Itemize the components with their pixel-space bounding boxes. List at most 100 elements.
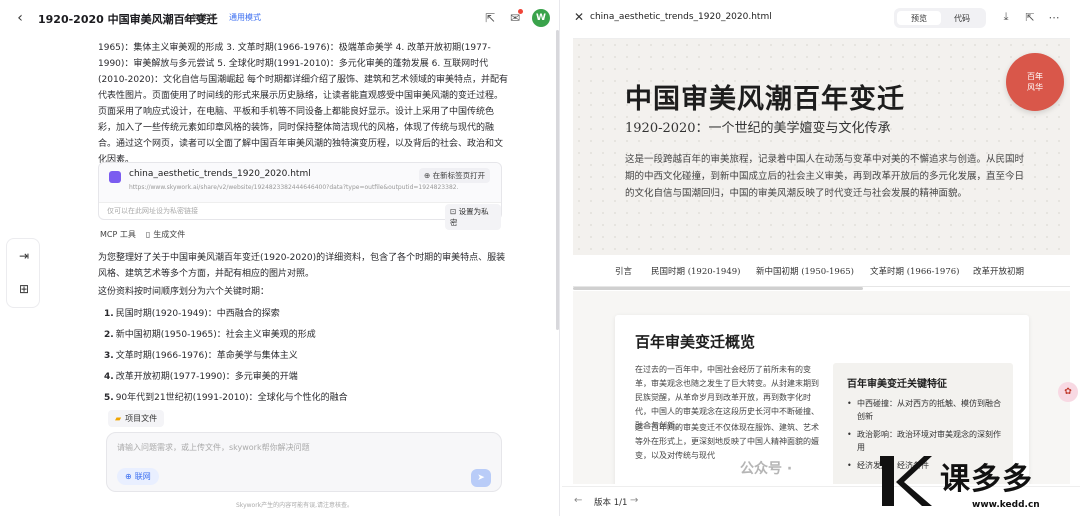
timeline-nav: 引言 民国时期 (1920-1949) 新中国初期 (1950-1965) 文革… [573, 255, 1070, 287]
nav-item-republic[interactable]: 民国时期 (1920-1949) [651, 265, 740, 277]
share-icon[interactable]: ⇱ [482, 10, 498, 26]
mcp-tools-label: MCP 工具 [100, 230, 136, 239]
collapse-panel-icon[interactable]: ⇥ [16, 248, 32, 264]
seal-stamp: 百年 风华 [1006, 53, 1064, 111]
globe-icon: ⊕ [424, 171, 433, 180]
assistant-message-summary: 1965)：集体主义审美观的形成 3. 文革时期(1966-1976)：极端革命… [98, 43, 508, 165]
globe-icon: ⊕ [125, 472, 132, 481]
list-item: 4. 改革开放初期(1977-1990)：多元审美的开端 [104, 369, 504, 390]
tool-row: MCP 工具 ▯ 生成文件 [100, 229, 185, 240]
new-chat-icon[interactable]: ⊞ [16, 281, 32, 297]
overview-card: 百年审美变迁概览 在过去的一百年中，中国社会经历了前所未有的变革，审美观念也随之… [615, 315, 1029, 484]
tab-preview[interactable]: 预览 [897, 11, 941, 25]
chat-input-placeholder[interactable]: 请输入问题需求，或上传文件，skywork帮你解决问题 [117, 442, 310, 453]
file-card-header: china_aesthetic_trends_1920_2020.html ht… [99, 163, 501, 203]
web-search-label: 联网 [134, 472, 151, 481]
assistant-message-intro: 为您整理好了关于中国审美风潮百年变迁(1920-2020)的详细资料，包含了各个… [98, 253, 506, 279]
share-icon[interactable]: ⇱ [1023, 10, 1037, 24]
web-preview: 中国审美风潮百年变迁 1920-2020：一个世纪的美学嬗变与文化传承 这是一段… [573, 38, 1070, 484]
agent-label: 智能体 [192, 13, 217, 22]
project-files-label: 项目文件 [125, 414, 158, 423]
disclaimer: Skywork产生的内容可能有误,请注意核查。 [236, 502, 354, 509]
file-name[interactable]: china_aesthetic_trends_1920_2020.html [129, 169, 311, 179]
list-item: 2. 新中国初期(1950-1965)：社会主义审美观的形成 [104, 327, 504, 348]
chat-scrollbar[interactable] [556, 30, 559, 330]
preview-file-title: china_aesthetic_trends_1920_2020.html [590, 12, 772, 22]
chat-input-box[interactable]: 请输入问题需求，或上传文件，skywork帮你解决问题 ⊕ 联网 ➤ [106, 432, 502, 492]
hero-section: 中国审美风潮百年变迁 1920-2020：一个世纪的美学嬗变与文化传承 这是一段… [573, 39, 1070, 255]
chat-panel: ‹ 1920-2020 中国审美风潮百年变迁 ⌂ 智能体 通用模式 ⇱ ✉ W … [0, 0, 560, 516]
back-arrow-icon[interactable]: ‹ [12, 10, 28, 26]
seal-line: 风华 [1027, 83, 1043, 92]
download-icon[interactable]: ⤓ [999, 10, 1013, 24]
agent-tag[interactable]: ⌂ 智能体 [184, 12, 216, 23]
hero-title: 中国审美风潮百年变迁 [625, 84, 905, 115]
nav-item-new-china[interactable]: 新中国初期 (1950-1965) [756, 265, 854, 277]
list-item: 经济发展：经济条件 [847, 459, 1007, 472]
list-item-number: 5. [104, 393, 114, 403]
project-files-chip[interactable]: ▰ 项目文件 [108, 410, 165, 427]
key-features-list: 中西碰撞：从对西方的抵触、模仿到融合创新 政治影响：政治环境对审美观念的深刻作用… [847, 397, 1007, 477]
nav-item-intro[interactable]: 引言 [615, 265, 632, 277]
open-new-tab-button[interactable]: ⊕ 在新标签页打开 [419, 168, 491, 183]
version-label: 版本 1/1 [594, 498, 628, 508]
list-item-text: 90年代到21世纪初(1991-2010)：全球化与个性化的融合 [115, 393, 348, 403]
mcp-tools-button[interactable]: MCP 工具 [100, 229, 136, 240]
side-toolbar: ⇥ ⊞ [6, 238, 40, 308]
notification-badge [518, 9, 523, 14]
preview-panel: ✕ china_aesthetic_trends_1920_2020.html … [562, 0, 1080, 516]
file-url[interactable]: https://www.skywork.ai/share/v2/website/… [129, 184, 459, 191]
version-bar: ← 版本 1/1 → [562, 486, 1080, 516]
mode-tag[interactable]: 通用模式 [229, 12, 261, 23]
file-icon [109, 171, 121, 183]
nav-item-cultural-revolution[interactable]: 文革时期 (1966-1976) [870, 265, 959, 277]
nav-scrollbar[interactable] [573, 287, 863, 290]
hero-subtitle: 1920-2020：一个世纪的美学嬗变与文化传承 [625, 121, 891, 136]
folder-icon: ▰ [115, 414, 122, 423]
send-button[interactable]: ➤ [471, 469, 491, 487]
close-icon[interactable]: ✕ [572, 10, 586, 24]
period-list: 1. 民国时期(1920-1949)：中西融合的探索 2. 新中国初期(1950-1… [104, 306, 504, 411]
generate-file-label: 生成文件 [153, 230, 186, 239]
web-search-toggle[interactable]: ⊕ 联网 [117, 468, 159, 485]
nav-item-reform[interactable]: 改革开放初期 [973, 265, 1024, 277]
content-area: 百年审美变迁概览 在过去的一百年中，中国社会经历了前所未有的变革，审美观念也随之… [573, 291, 1070, 484]
view-toggle: 预览 代码 [894, 8, 986, 28]
list-item-text: 改革开放初期(1977-1990)：多元审美的开端 [115, 372, 298, 382]
list-item: 1. 民国时期(1920-1949)：中西融合的探索 [104, 306, 504, 327]
assistant-message-lead: 这份资料按时间顺序划分为六个关键时期： [98, 287, 270, 297]
send-icon: ➤ [477, 473, 485, 483]
chat-header: ‹ 1920-2020 中国审美风潮百年变迁 ⌂ 智能体 通用模式 ⇱ ✉ W [0, 0, 560, 36]
list-item-number: 3. [104, 351, 114, 361]
key-features-title: 百年审美变迁关键特征 [847, 379, 947, 390]
key-features-box: 百年审美变迁关键特征 中西碰撞：从对西方的抵触、模仿到融合创新 政治影响：政治环… [833, 363, 1013, 484]
prev-version-icon[interactable]: ← [574, 495, 582, 506]
list-item-number: 2. [104, 330, 114, 340]
list-item-number: 4. [104, 372, 114, 382]
agent-icon: ⌂ [184, 13, 190, 22]
overview-title: 百年审美变迁概览 [635, 333, 756, 351]
avatar[interactable]: W [532, 9, 550, 27]
list-item-text: 民国时期(1920-1949)：中西融合的探索 [115, 309, 280, 319]
file-card[interactable]: china_aesthetic_trends_1920_2020.html ht… [98, 162, 502, 230]
list-item-text: 文革时期(1966-1976)：革命美学与集体主义 [115, 351, 298, 361]
more-icon[interactable]: ⋯ [1047, 10, 1061, 24]
seal-line: 百年 [1027, 72, 1043, 81]
list-item: 3. 文革时期(1966-1976)：革命美学与集体主义 [104, 348, 504, 369]
list-item: 政治影响：政治环境对审美观念的深刻作用 [847, 428, 1007, 454]
lock-icon: ⊡ [450, 207, 459, 216]
next-version-icon[interactable]: → [630, 495, 638, 506]
list-item: 5. 90年代到21世纪初(1991-2010)：全球化与个性化的融合 [104, 390, 504, 411]
hero-description: 这是一段跨越百年的审美旅程，记录着中国人在动荡与变革中对美的不懈追求与创造。从民… [625, 154, 1025, 199]
file-card-hint: 仅可以在此网址设为私密链接 [107, 207, 198, 215]
tab-code[interactable]: 代码 [940, 11, 984, 25]
list-item-text: 新中国初期(1950-1965)：社会主义审美观的形成 [115, 330, 316, 340]
open-new-tab-label: 在新标签页打开 [432, 171, 486, 180]
set-private-button[interactable]: ⊡ 设置为私密 [445, 204, 501, 230]
generate-file-button[interactable]: ▯ 生成文件 [146, 229, 185, 240]
floating-assistant-icon[interactable]: ✿ [1058, 382, 1078, 402]
list-item-number: 1. [104, 309, 114, 319]
overview-paragraph: 这一百年间的审美变迁不仅体现在服饰、建筑、艺术等外在形式上，更深刻地反映了中国人… [635, 423, 819, 460]
preview-header: ✕ china_aesthetic_trends_1920_2020.html … [562, 0, 1080, 36]
document-icon: ▯ [145, 230, 151, 239]
